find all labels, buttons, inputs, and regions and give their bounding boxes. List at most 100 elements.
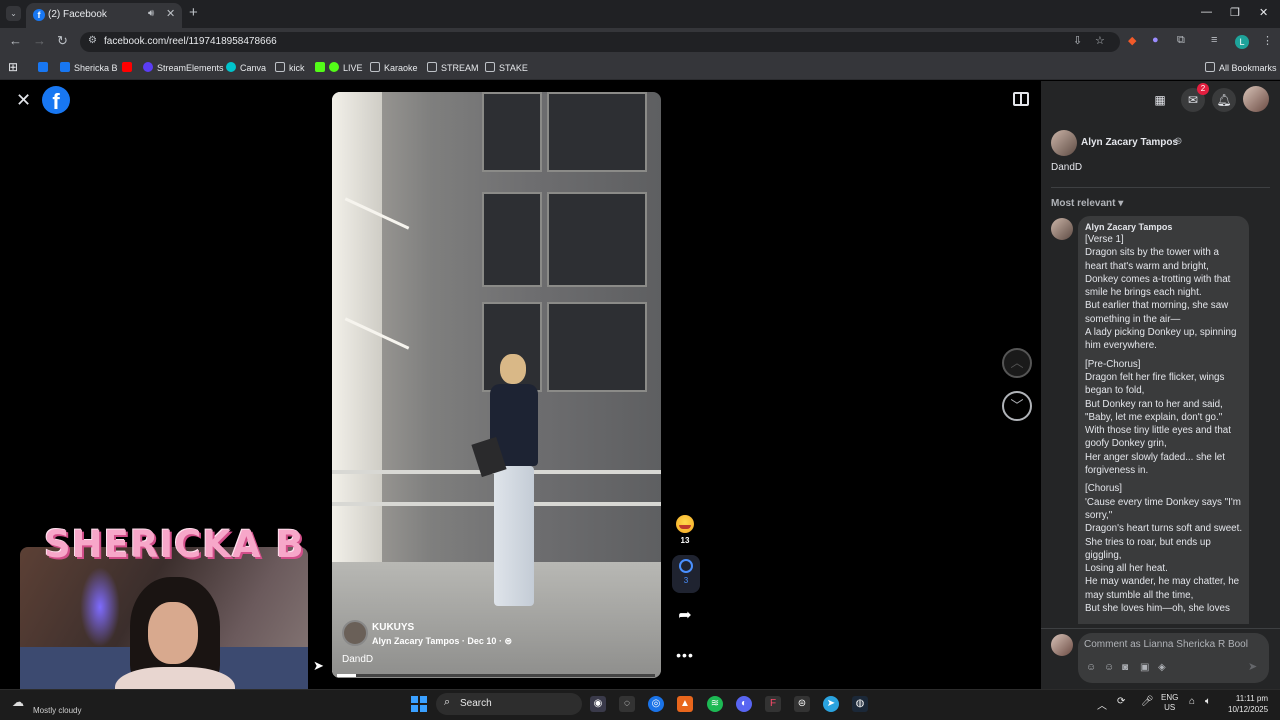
taskbar-search[interactable]: ⌕ Search — [436, 693, 582, 715]
weather-cloud-icon[interactable]: ☁ — [12, 695, 24, 709]
windows-start-icon[interactable] — [411, 696, 427, 712]
back-icon[interactable]: ← — [9, 33, 22, 48]
reaction-count: 13 — [680, 536, 690, 545]
comment-button[interactable]: 3 — [672, 555, 700, 593]
window-close-icon[interactable]: ✕ — [1259, 6, 1268, 19]
previous-reel-chevron-up-icon[interactable]: ︿ — [1002, 348, 1032, 378]
bookmark-folder[interactable]: kick — [275, 62, 305, 73]
app-icon[interactable]: ◉ — [590, 696, 606, 712]
tray-app-icon[interactable]: ⟳ — [1117, 696, 1125, 707]
comment-input[interactable]: Comment as Lianna Shericka R Bool ☺ ☺ ◙ … — [1078, 633, 1269, 683]
bookmark-folder[interactable]: STREAM — [427, 62, 479, 73]
tab-title: (2) Facebook — [48, 9, 107, 20]
all-bookmarks-folder[interactable]: All Bookmarks — [1205, 62, 1277, 73]
app-icon[interactable]: ⊜ — [794, 696, 810, 712]
folder-icon — [485, 62, 495, 72]
bookmark-item[interactable] — [38, 62, 52, 73]
restore-icon[interactable]: ❐ — [1230, 6, 1240, 19]
send-icon[interactable]: ➤ — [1248, 660, 1257, 673]
microphone-icon[interactable]: 🎤︎ — [1141, 696, 1154, 707]
tab-close-icon[interactable]: ✕ — [166, 7, 175, 20]
reel-title[interactable]: KUKUYS — [372, 622, 414, 633]
camera-icon[interactable]: ◙ — [1122, 662, 1128, 673]
browser-tab[interactable]: f (2) Facebook 🔊︎ ✕ — [26, 3, 182, 28]
extensions-puzzle-icon[interactable]: ⧉ — [1177, 34, 1185, 47]
minimize-icon[interactable]: — — [1201, 6, 1212, 18]
expand-panel-icon[interactable] — [1013, 92, 1029, 106]
comment-sort-dropdown[interactable]: Most relevant ▾ — [1051, 198, 1123, 209]
bookmark-item[interactable]: LIVE — [315, 62, 363, 73]
chrome-menu-icon[interactable]: ⋮ — [1262, 34, 1273, 47]
region-code: US — [1164, 703, 1176, 712]
facebook-icon — [60, 62, 70, 72]
install-app-icon[interactable]: ⇩ — [1073, 34, 1082, 47]
notifications-bell-icon[interactable]: 🔔︎ — [1212, 88, 1236, 112]
commenter-avatar[interactable] — [1051, 218, 1073, 240]
tray-chevron-up-icon[interactable]: ︿ — [1097, 697, 1107, 712]
comment-author[interactable]: Alyn Zacary Tampos — [1085, 222, 1243, 232]
windows-logo-tile — [420, 705, 427, 712]
app-icon[interactable]: ◌ — [619, 696, 635, 712]
chrome-profile-avatar[interactable]: L — [1235, 35, 1249, 49]
chrome-taskbar-icon[interactable]: ◎ — [648, 696, 664, 712]
network-icon[interactable]: ⌂ — [1189, 696, 1195, 707]
menu-grid-icon[interactable]: ▦ — [1148, 88, 1172, 112]
new-tab-icon[interactable]: + — [189, 4, 198, 21]
account-avatar[interactable] — [1243, 86, 1269, 112]
canva-icon — [226, 62, 236, 72]
tab-search-chevron-icon[interactable]: ⌄ — [6, 6, 21, 21]
telegram-icon[interactable]: ➤ — [823, 696, 839, 712]
avatar-sticker-icon[interactable]: ☺ — [1086, 662, 1096, 673]
language-indicator[interactable]: ENG US — [1161, 693, 1178, 713]
taskbar-clock[interactable]: 11:11 pm 10/12/2025 — [1228, 693, 1268, 715]
comment-stanza: [Pre-Chorus] Dragon felt her fire flicke… — [1085, 358, 1231, 477]
apps-grid-icon[interactable]: ⊞ — [8, 60, 18, 74]
forward-icon[interactable]: → — [33, 33, 46, 48]
post-author-name[interactable]: Alyn Zacary Tampos — [1081, 137, 1178, 148]
extension-cloud-icon[interactable]: ● — [1152, 34, 1159, 46]
live-dot-icon — [329, 62, 339, 72]
discord-icon[interactable]: ◐ — [736, 696, 752, 712]
bookmark-item[interactable]: Canva — [226, 62, 266, 73]
address-bar[interactable]: ⚙︎ facebook.com/reel/1197418958478666 — [80, 32, 1120, 52]
facebook-logo[interactable]: f — [42, 86, 70, 114]
bookmark-folder[interactable]: Karaoke — [370, 62, 418, 73]
laugh-reaction-icon[interactable] — [676, 515, 694, 533]
post-text: DandD — [1051, 162, 1083, 173]
bookmark-folder[interactable]: STAKE — [485, 62, 528, 73]
bookmark-item[interactable]: StreamElements — [143, 62, 224, 73]
bookmark-star-icon[interactable]: ☆ — [1095, 34, 1105, 47]
folder-icon — [370, 62, 380, 72]
app-icon[interactable]: F — [765, 696, 781, 712]
reload-icon[interactable]: ↻ — [57, 33, 68, 49]
tab-audio-icon[interactable]: 🔊︎ — [148, 8, 154, 19]
bookmark-item[interactable] — [122, 62, 136, 73]
clock-time: 11:11 pm — [1235, 694, 1269, 703]
reel-author-avatar[interactable] — [342, 620, 368, 646]
steam-icon[interactable]: ◍ — [852, 696, 868, 712]
reading-list-icon[interactable]: ≡ — [1211, 34, 1217, 46]
spotify-icon[interactable]: ≋ — [707, 696, 723, 712]
windows-taskbar — [0, 689, 1280, 720]
folder-icon — [275, 62, 285, 72]
reel-video[interactable] — [332, 92, 661, 678]
windows-logo-tile — [411, 705, 418, 712]
extension-fox-icon[interactable]: ◆ — [1128, 34, 1136, 47]
privacy-globe-icon: ⊜ — [1174, 136, 1183, 147]
post-author-avatar[interactable] — [1051, 130, 1077, 156]
sticker-icon[interactable]: ◈ — [1158, 662, 1166, 673]
caret-down-icon: ▾ — [1118, 198, 1124, 209]
next-reel-chevron-down-icon[interactable]: ﹀ — [1002, 391, 1032, 421]
comment-bubble: Alyn Zacary Tampos [Verse 1] Dragon sits… — [1078, 216, 1249, 624]
video-progress-bar[interactable] — [337, 674, 655, 677]
site-info-icon[interactable]: ⚙︎ — [88, 35, 97, 46]
close-icon[interactable]: ✕ — [16, 90, 31, 111]
more-options-icon[interactable]: ••• — [672, 647, 698, 663]
gif-icon[interactable]: ▣ — [1140, 662, 1149, 673]
reel-author[interactable]: Alyn Zacary Tampos — [372, 636, 459, 646]
bookmark-item[interactable]: Shericka B — [60, 62, 118, 73]
emoji-icon[interactable]: ☺ — [1104, 662, 1114, 673]
volume-icon[interactable]: 🔈︎ — [1205, 696, 1211, 707]
share-icon[interactable]: ➦ — [672, 605, 698, 625]
app-icon[interactable]: ▲ — [677, 696, 693, 712]
